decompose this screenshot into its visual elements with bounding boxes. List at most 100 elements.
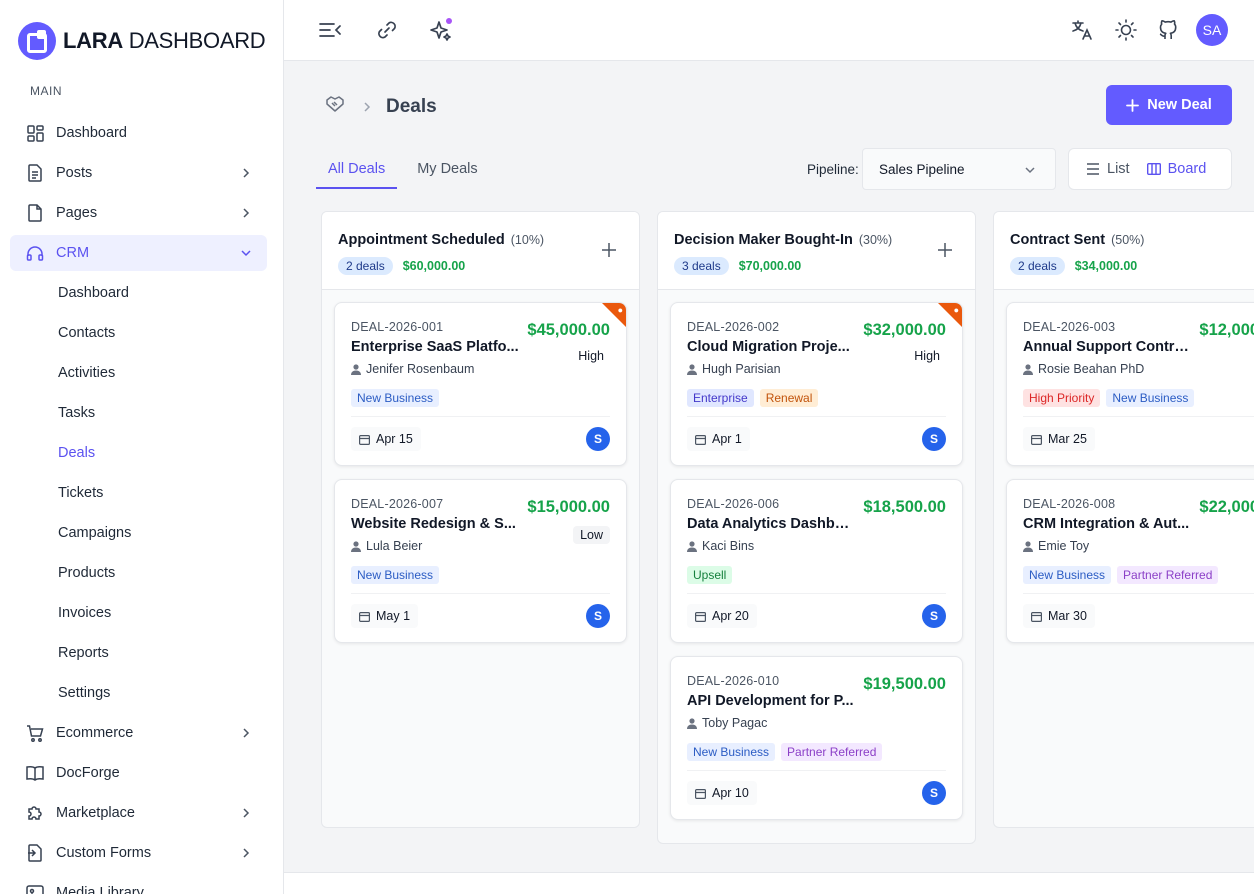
tab-my-deals[interactable]: My Deals [405, 150, 489, 188]
person-icon [1023, 363, 1033, 375]
collapse-sidebar-icon[interactable] [318, 18, 342, 42]
crm-sub-tasks[interactable]: Tasks [10, 395, 267, 431]
link-icon[interactable] [375, 18, 399, 42]
crm-sub-products[interactable]: Products [10, 555, 267, 591]
owner-avatar[interactable]: S [922, 604, 946, 628]
person-icon [687, 717, 697, 729]
sidebar-item-media-library[interactable]: Media Library [10, 875, 267, 894]
contact-name: Rosie Beahan PhD [1038, 362, 1145, 376]
crm-sub-campaigns[interactable]: Campaigns [10, 515, 267, 551]
contact-name: Lula Beier [366, 539, 423, 553]
chevron-right-icon [243, 808, 250, 818]
owner-avatar[interactable]: S [922, 427, 946, 451]
deal-id: DEAL-2026-001 [351, 320, 444, 334]
deal-card[interactable]: DEAL-2026-008 CRM Integration & Aut... $… [1006, 479, 1254, 643]
deal-name[interactable]: Enterprise SaaS Platfo... [351, 339, 519, 355]
calendar-icon [695, 788, 706, 799]
person-icon [1023, 540, 1033, 552]
menu-section-label: MAIN [30, 84, 62, 98]
crm-sub-tickets[interactable]: Tickets [10, 475, 267, 511]
board-view-button[interactable]: Board [1130, 161, 1207, 177]
deal-close-date: Mar 25 [1023, 427, 1095, 451]
sidebar-item-posts[interactable]: Posts [10, 155, 267, 191]
crm-sub-dashboard[interactable]: Dashboard [10, 275, 267, 311]
deal-card[interactable]: ● DEAL-2026-002 Cloud Migration Proje...… [670, 302, 963, 466]
sidebar-item-marketplace[interactable]: Marketplace [10, 795, 267, 831]
deal-id: DEAL-2026-002 [687, 320, 780, 334]
book-icon [26, 764, 44, 782]
owner-avatar[interactable]: S [586, 427, 610, 451]
owner-avatar[interactable]: S [586, 604, 610, 628]
user-avatar[interactable]: SA [1196, 14, 1228, 46]
calendar-icon [695, 434, 706, 445]
sidebar-item-ecommerce[interactable]: Ecommerce [10, 715, 267, 751]
chevron-down-icon [1025, 167, 1035, 174]
deal-name[interactable]: Website Redesign & S... [351, 516, 519, 532]
person-icon [687, 540, 697, 552]
sidebar-item-pages[interactable]: Pages [10, 195, 267, 231]
card-divider [351, 416, 610, 417]
deal-card[interactable]: DEAL-2026-010 API Development for P... $… [670, 656, 963, 820]
plus-icon [1126, 98, 1140, 112]
sparkles-icon[interactable] [429, 18, 453, 42]
deal-tabs: All Deals My Deals [316, 150, 498, 189]
flame-icon: ● [953, 305, 959, 315]
pipeline-column: Appointment Scheduled (10%) 2 deals $60,0… [321, 211, 640, 828]
deal-amount: $45,000.00 [527, 321, 610, 339]
sun-icon[interactable] [1114, 18, 1138, 42]
crm-sub-reports[interactable]: Reports [10, 635, 267, 671]
crm-sub-settings[interactable]: Settings [10, 675, 267, 711]
deal-tag: Renewal [759, 389, 819, 407]
sidebar-item-docforge[interactable]: DocForge [10, 755, 267, 791]
list-icon [1087, 163, 1099, 175]
new-deal-button[interactable]: New Deal [1106, 85, 1232, 125]
sidebar-item-custom-forms[interactable]: Custom Forms [10, 835, 267, 871]
deal-card[interactable]: ● DEAL-2026-001 Enterprise SaaS Platfo..… [334, 302, 627, 466]
deal-name[interactable]: Cloud Migration Proje... [687, 339, 855, 355]
brand-logo[interactable]: LARA DASHBOARD [18, 22, 266, 60]
deal-name[interactable]: API Development for P... [687, 693, 855, 709]
deal-name[interactable]: Data Analytics Dashbo... [687, 516, 855, 532]
sidebar-item-label: Media Library [56, 885, 144, 894]
deal-amount: $18,500.00 [863, 498, 946, 516]
deal-amount: $15,000.00 [527, 498, 610, 516]
breadcrumb: Deals [324, 93, 437, 120]
sidebar-item-crm[interactable]: CRM [10, 235, 267, 271]
crm-sub-deals[interactable]: Deals [10, 435, 267, 471]
view-toggle: List Board [1068, 148, 1232, 190]
deal-card[interactable]: DEAL-2026-003 Annual Support Contra... $… [1006, 302, 1254, 466]
translate-icon[interactable] [1070, 18, 1094, 42]
sidebar-item-label: Custom Forms [56, 845, 152, 861]
sidebar-item-dashboard[interactable]: Dashboard [10, 115, 267, 151]
crm-sub-activities[interactable]: Activities [10, 355, 267, 391]
deal-id: DEAL-2026-008 [1023, 497, 1116, 511]
github-icon[interactable] [1156, 18, 1180, 42]
contact-name: Toby Pagac [702, 716, 768, 730]
deal-tags: Upsell [687, 566, 733, 584]
deal-name[interactable]: CRM Integration & Aut... [1023, 516, 1191, 532]
sidebar-item-label: Ecommerce [56, 725, 134, 741]
pipeline-select[interactable]: Sales Pipeline [862, 148, 1056, 190]
crm-sub-invoices[interactable]: Invoices [10, 595, 267, 631]
contact-name: Emie Toy [1038, 539, 1090, 553]
contact-name: Jenifer Rosenbaum [366, 362, 475, 376]
owner-avatar[interactable]: S [922, 781, 946, 805]
add-deal-icon[interactable] [937, 242, 953, 258]
list-view-button[interactable]: List [1069, 161, 1130, 177]
deal-tag: New Business [1023, 566, 1112, 584]
tab-all-deals[interactable]: All Deals [316, 150, 398, 189]
deal-close-date: Apr 10 [687, 781, 757, 805]
deal-name[interactable]: Annual Support Contra... [1023, 339, 1191, 355]
board-label: Board [1167, 161, 1207, 177]
sidebar-item-label: Posts [56, 165, 93, 181]
deal-tags: New Business Partner Referred [1023, 566, 1219, 584]
deal-close-date: May 1 [351, 604, 419, 628]
deal-card[interactable]: DEAL-2026-006 Data Analytics Dashbo... $… [670, 479, 963, 643]
deal-card[interactable]: DEAL-2026-007 Website Redesign & S... $1… [334, 479, 627, 643]
crm-sub-contacts[interactable]: Contacts [10, 315, 267, 351]
add-deal-icon[interactable] [601, 242, 617, 258]
date-text: Apr 15 [376, 432, 413, 446]
headset-icon [26, 244, 44, 262]
column-header: Decision Maker Bought-In (30%) 3 deals $7… [658, 212, 975, 290]
handshake-icon[interactable] [324, 93, 346, 120]
